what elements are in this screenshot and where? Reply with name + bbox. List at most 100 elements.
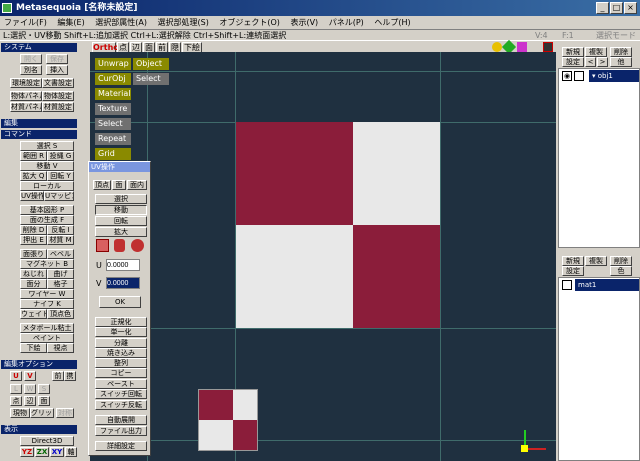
- primitive-button[interactable]: 基本図形 P: [20, 205, 74, 215]
- uv-scale-button[interactable]: 拡大: [95, 227, 147, 237]
- minimize-button[interactable]: _: [596, 2, 609, 14]
- obj-other-button[interactable]: 他: [610, 57, 632, 67]
- obj-next-button[interactable]: >: [597, 57, 608, 67]
- saveas-button[interactable]: 別名: [20, 65, 42, 75]
- bake-button[interactable]: 焼き込み: [95, 348, 147, 358]
- view-yz-button[interactable]: YZ: [20, 447, 34, 457]
- paste-button[interactable]: ペースト: [95, 379, 147, 389]
- opt-w-button[interactable]: W: [24, 384, 36, 394]
- mat-new-button[interactable]: 新規: [562, 256, 584, 266]
- auto-unwrap-button[interactable]: 自動展開: [95, 415, 147, 425]
- magnet-button[interactable]: マグネット B: [20, 259, 74, 269]
- unify-button[interactable]: 単一化: [95, 327, 147, 337]
- menu-view[interactable]: 表示(V): [290, 18, 318, 27]
- switch-flip-button[interactable]: スイッチ反転: [95, 400, 147, 410]
- switch-rotate-button[interactable]: スイッチ回転: [95, 389, 147, 399]
- bevel-button[interactable]: ベベル: [47, 249, 74, 259]
- paint-button[interactable]: ペイント: [20, 333, 74, 343]
- opt-l-button[interactable]: L: [10, 384, 22, 394]
- eye-icon[interactable]: ◉: [562, 71, 572, 81]
- menu-selproc[interactable]: 選択部処理(S): [158, 18, 209, 27]
- close-button[interactable]: ×: [624, 2, 637, 14]
- lock-icon[interactable]: [574, 71, 584, 81]
- mat-duplicate-button[interactable]: 複製: [585, 256, 607, 266]
- align-button[interactable]: 整列: [95, 358, 147, 368]
- opt-face-button[interactable]: 面: [38, 396, 50, 406]
- sphere-map-icon[interactable]: [131, 239, 144, 252]
- underlay-button[interactable]: 下絵: [20, 343, 47, 353]
- save-button[interactable]: 保存: [46, 54, 68, 64]
- opt-v-button[interactable]: V: [24, 371, 36, 381]
- opt-s-button[interactable]: S: [38, 384, 50, 394]
- metaball-button[interactable]: メタボール粘土: [20, 323, 74, 333]
- opt-grid-button[interactable]: グリッド: [30, 408, 54, 418]
- face-gen-button[interactable]: 面の生成 F: [20, 215, 74, 225]
- invert-button[interactable]: 反転 I: [47, 225, 74, 235]
- face-split-button[interactable]: 面分: [20, 279, 47, 289]
- uv-ok-button[interactable]: OK: [99, 296, 141, 308]
- normalize-button[interactable]: 正規化: [95, 317, 147, 327]
- face-fill-button[interactable]: 面張り: [20, 249, 47, 259]
- rotate-button[interactable]: 回転 Y: [47, 171, 74, 181]
- cube-map-icon[interactable]: [96, 239, 109, 252]
- mat-delete-button[interactable]: 削除: [610, 256, 632, 266]
- view-xy-button[interactable]: XY: [50, 447, 64, 457]
- texture-button[interactable]: Texture: [95, 103, 131, 115]
- detail-settings-button[interactable]: 詳細設定: [95, 441, 147, 451]
- material-panel-button[interactable]: 材質パネル: [10, 102, 42, 112]
- mat-color-button[interactable]: 色: [610, 266, 632, 276]
- opt-front-button[interactable]: 前: [52, 371, 64, 381]
- uv-tab-face[interactable]: 面: [112, 180, 126, 190]
- uv-tab-vertex[interactable]: 頂点: [93, 180, 111, 190]
- knife-button[interactable]: ナイフ K: [20, 299, 74, 309]
- local-button[interactable]: ローカル: [20, 181, 74, 191]
- curobj-button[interactable]: CurObj: [95, 73, 131, 85]
- obj-new-button[interactable]: 新規: [562, 47, 584, 57]
- opt-link-button[interactable]: 携: [64, 371, 76, 381]
- menu-file[interactable]: ファイル(F): [4, 18, 47, 27]
- view-layout-icon[interactable]: [543, 42, 553, 52]
- menu-help[interactable]: ヘルプ(H): [374, 18, 410, 27]
- material-cmd-button[interactable]: 材質 M: [47, 235, 74, 245]
- insert-button[interactable]: 挿入: [46, 65, 68, 75]
- opt-sym-button[interactable]: 対称: [56, 408, 74, 418]
- delete-button[interactable]: 削除 D: [20, 225, 47, 235]
- file-export-button[interactable]: ファイル出力: [95, 426, 147, 436]
- obj-prev-button[interactable]: <: [585, 57, 596, 67]
- copy-button[interactable]: コピー: [95, 368, 147, 378]
- uv-face-tr[interactable]: [353, 122, 440, 225]
- env-settings-button[interactable]: 環境設定: [10, 78, 42, 88]
- obj-duplicate-button[interactable]: 複製: [585, 47, 607, 57]
- material-settings-button[interactable]: 材質設定: [42, 102, 74, 112]
- object-panel-button[interactable]: 物体パネル: [10, 91, 42, 101]
- separate-button[interactable]: 分離: [95, 338, 147, 348]
- uv-face-tl[interactable]: [236, 122, 353, 225]
- menu-edit[interactable]: 編集(E): [57, 18, 84, 27]
- select-obj-button[interactable]: Select: [133, 73, 169, 85]
- object-list-item[interactable]: ▾ obj1: [589, 70, 639, 82]
- twist-button[interactable]: ねじれ: [20, 269, 47, 279]
- uv-face-br[interactable]: [353, 225, 440, 328]
- select-tex-button[interactable]: Select: [95, 118, 131, 130]
- wire-button[interactable]: ワイヤー W: [20, 289, 74, 299]
- v-value-field[interactable]: [106, 277, 140, 289]
- uv-select-button[interactable]: 選択: [95, 194, 147, 204]
- menu-selattr[interactable]: 選択部属性(A): [95, 18, 147, 27]
- obj-delete-button[interactable]: 削除: [610, 47, 632, 57]
- opt-vertex-button[interactable]: 点: [10, 396, 22, 406]
- uv-mapping-button[interactable]: Uマッピング: [44, 191, 74, 201]
- bend-button[interactable]: 曲げ: [47, 269, 74, 279]
- opt-current-button[interactable]: 現物: [10, 408, 30, 418]
- scale-button[interactable]: 拡大 Q: [20, 171, 47, 181]
- mat-settings-button[interactable]: 設定: [562, 266, 584, 276]
- grid-button[interactable]: Grid: [95, 148, 131, 160]
- uv-op-button[interactable]: UV操作: [20, 191, 44, 201]
- menu-panel[interactable]: パネル(P): [329, 18, 364, 27]
- obj-settings-button[interactable]: 設定: [562, 57, 584, 67]
- viewport[interactable]: [90, 52, 556, 461]
- doc-settings-button[interactable]: 文書設定: [42, 78, 74, 88]
- viewpoint-button[interactable]: 視点: [47, 343, 74, 353]
- material-cmd-panel-button[interactable]: Material: [95, 88, 131, 100]
- mat-swatch-icon[interactable]: [562, 280, 572, 290]
- menu-object[interactable]: オブジェクト(O): [219, 18, 280, 27]
